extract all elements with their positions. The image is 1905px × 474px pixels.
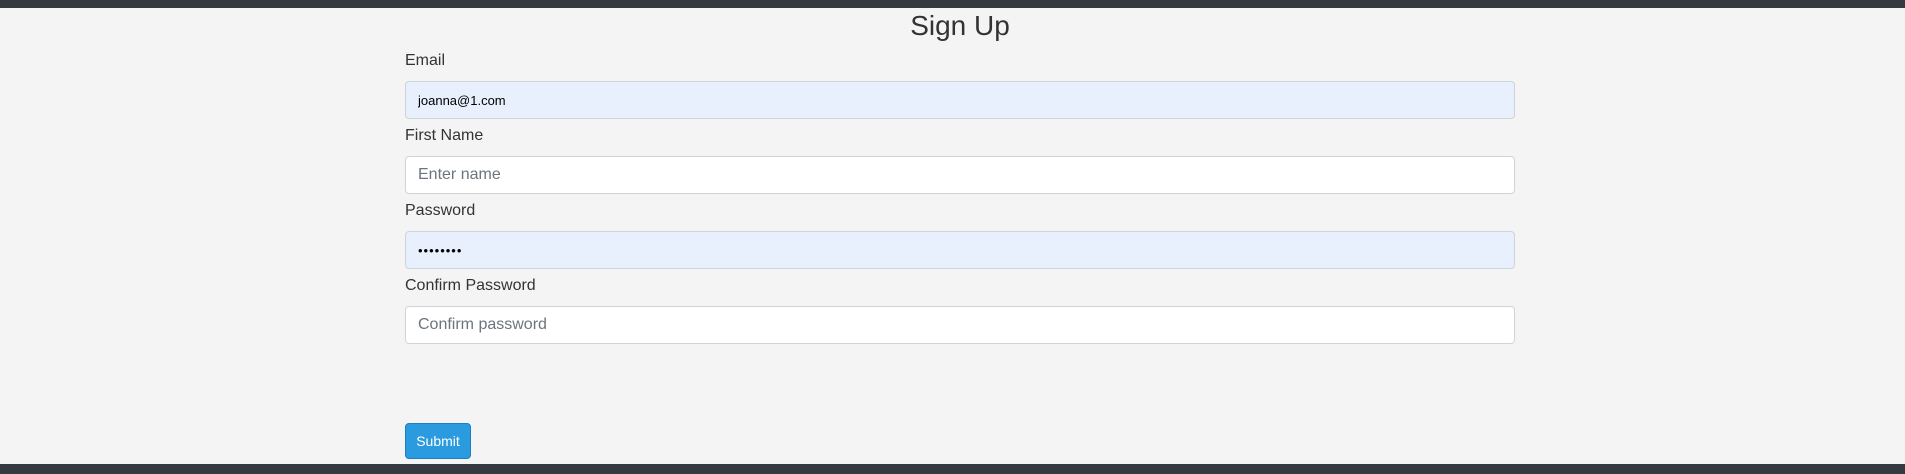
top-nav-bar — [0, 0, 1905, 8]
first-name-label: First Name — [405, 127, 484, 144]
bottom-bar — [0, 464, 1905, 474]
email-group: Email — [405, 51, 1515, 119]
first-name-input[interactable] — [405, 156, 1515, 194]
confirm-password-group: Confirm Password — [405, 276, 1515, 344]
password-label: Password — [405, 202, 476, 219]
signup-form-container: Sign Up Email First Name Password Confir… — [405, 8, 1515, 459]
password-group: Password — [405, 201, 1515, 269]
confirm-password-label: Confirm Password — [405, 277, 536, 294]
submit-button[interactable]: Submit — [405, 423, 471, 459]
first-name-group: First Name — [405, 126, 1515, 194]
password-input[interactable] — [405, 231, 1515, 269]
page-title: Sign Up — [910, 10, 1010, 41]
email-label: Email — [405, 52, 446, 69]
signup-form: Email First Name Password Confirm Passwo… — [405, 51, 1515, 459]
confirm-password-input[interactable] — [405, 306, 1515, 344]
email-input[interactable] — [405, 81, 1515, 119]
